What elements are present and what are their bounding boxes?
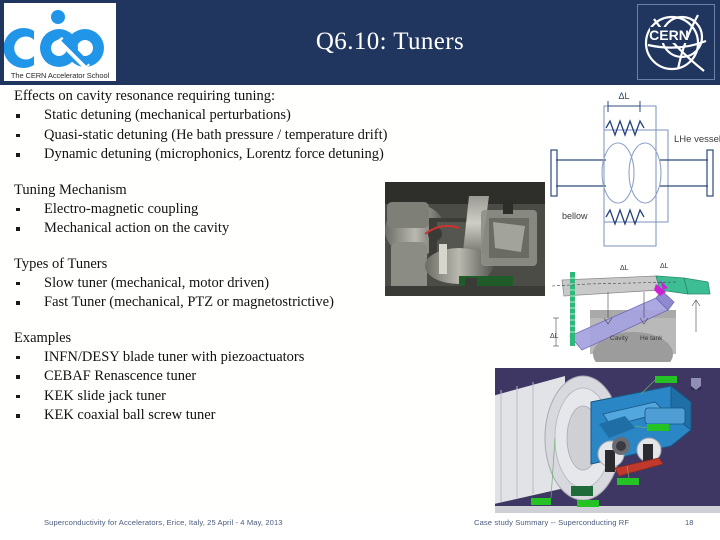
bullet-text: INFN/DESY blade tuner with piezoactuator… (44, 348, 305, 365)
bullet-text: Mechanical action on the cavity (44, 220, 230, 237)
bullet-square-icon (16, 227, 20, 231)
bullet-text: Quasi-static detuning (He bath pressure … (44, 126, 388, 143)
cad-tuner-graphic (495, 368, 720, 513)
bullet-text: Static detuning (mechanical perturbation… (44, 107, 291, 123)
cavity-tuner-schematic: ΔL LHe vessel bellow (548, 86, 720, 262)
section-types-of-tuners: Types of Tuners Slow tuner (mechanical, … (0, 256, 400, 312)
presentation-slide: The CERN Accelerator School Q6.10: Tuner… (0, 0, 720, 540)
delta-l-label: ΔL (618, 91, 629, 101)
cad-annotation-label (655, 376, 677, 383)
lever-diagram-graphic: ΔL ΔL ΔL Cavity He tank (548, 258, 720, 362)
bullet-square-icon (16, 281, 20, 286)
he-tank-label: He tank (640, 335, 663, 342)
tuner-photograph (385, 182, 545, 296)
section-effects: Effects on cavity resonance requiring tu… (0, 88, 400, 164)
cad-annotation-label (647, 424, 669, 431)
bullet-text: KEK slide jack tuner (44, 387, 167, 404)
cas-logo-graphic (4, 3, 116, 81)
lever-tuner-diagram: ΔL ΔL ΔL Cavity He tank (548, 258, 720, 362)
bullet-item: Quasi-static detuning (He bath pressure … (0, 126, 400, 145)
cern-logo-graphic: CERN (638, 5, 714, 79)
bullet-text: Fast Tuner (mechanical, PTZ or magnetost… (44, 294, 334, 311)
cavity-label: Cavity (610, 335, 629, 342)
cas-logo-caption: The CERN Accelerator School (10, 71, 110, 80)
bullet-item: Dynamic detuning (microphonics, Lorentz … (0, 145, 400, 164)
cern-logo-text: CERN (649, 27, 689, 43)
bullet-text: Dynamic detuning (microphonics, Lorentz … (44, 146, 384, 163)
bellow-label: bellow (562, 211, 588, 221)
cad-tuner-assembly (495, 368, 720, 513)
section-tuning-mechanism: Tuning Mechanism Electro-magnetic coupli… (0, 182, 400, 238)
bullet-item: Mechanical action on the cavity (0, 219, 400, 238)
section-heading: Tuning Mechanism (14, 181, 127, 198)
bullet-item: INFN/DESY blade tuner with piezoactuator… (0, 348, 400, 367)
delta-l-screw-label: ΔL (550, 333, 559, 340)
slide-title: Q6.10: Tuners (315, 28, 465, 55)
cern-logo: CERN (637, 4, 715, 80)
bullet-text: Slow tuner (mechanical, motor driven) (44, 274, 270, 291)
bullet-item: Static detuning (mechanical perturbation… (0, 106, 400, 125)
slide-page-number: 18 (685, 518, 694, 527)
section-heading: Effects on cavity resonance requiring tu… (14, 88, 276, 104)
bullet-square-icon (16, 114, 20, 118)
bullet-list: Static detuning (mechanical perturbation… (0, 106, 400, 164)
bullet-square-icon (16, 394, 20, 399)
bullet-item: Fast Tuner (mechanical, PTZ or magnetost… (0, 293, 400, 312)
bullet-square-icon (16, 153, 20, 157)
bullet-item: KEK slide jack tuner (0, 387, 400, 406)
lhe-vessel-label: LHe vessel (674, 134, 720, 145)
footer-topic-text: Case study Summary -- Superconducting RF (474, 518, 630, 527)
cad-annotation-label (577, 500, 599, 507)
bullet-item: Electro-magnetic coupling (0, 200, 400, 219)
bullet-square-icon (16, 301, 20, 305)
bullet-square-icon (16, 355, 20, 360)
slide-body: Effects on cavity resonance requiring tu… (0, 88, 400, 426)
bullet-text: KEK coaxial ball screw tuner (44, 407, 216, 424)
bullet-item: KEK coaxial ball screw tuner (0, 406, 400, 425)
bullet-item: Slow tuner (mechanical, motor driven) (0, 274, 400, 293)
bullet-list: Electro-magnetic coupling Mechanical act… (0, 200, 400, 238)
bullet-square-icon (16, 414, 20, 418)
tuner-photograph-graphic (385, 182, 545, 296)
cad-annotation-label (531, 498, 551, 505)
delta-l-arm-label: ΔL (660, 263, 669, 270)
bullet-text: CEBAF Renascence tuner (44, 368, 197, 385)
bullet-list: Slow tuner (mechanical, motor driven) Fa… (0, 274, 400, 312)
bullet-list: INFN/DESY blade tuner with piezoactuator… (0, 348, 400, 425)
bullet-square-icon (16, 207, 20, 212)
cavity-schematic-graphic: ΔL LHe vessel bellow (548, 86, 720, 262)
section-examples: Examples INFN/DESY blade tuner with piez… (0, 330, 400, 425)
bullet-text: Electro-magnetic coupling (44, 200, 199, 217)
section-heading: Types of Tuners (14, 255, 108, 272)
cas-logo: The CERN Accelerator School (4, 3, 116, 81)
footer-conference-text: Superconductivity for Accelerators, Eric… (44, 518, 283, 527)
delta-l-cavity-label: ΔL (620, 265, 629, 272)
cad-annotation-label (617, 478, 639, 485)
bullet-item: CEBAF Renascence tuner (0, 367, 400, 386)
section-heading: Examples (14, 329, 72, 346)
bullet-square-icon (16, 133, 20, 138)
bullet-square-icon (16, 375, 20, 379)
